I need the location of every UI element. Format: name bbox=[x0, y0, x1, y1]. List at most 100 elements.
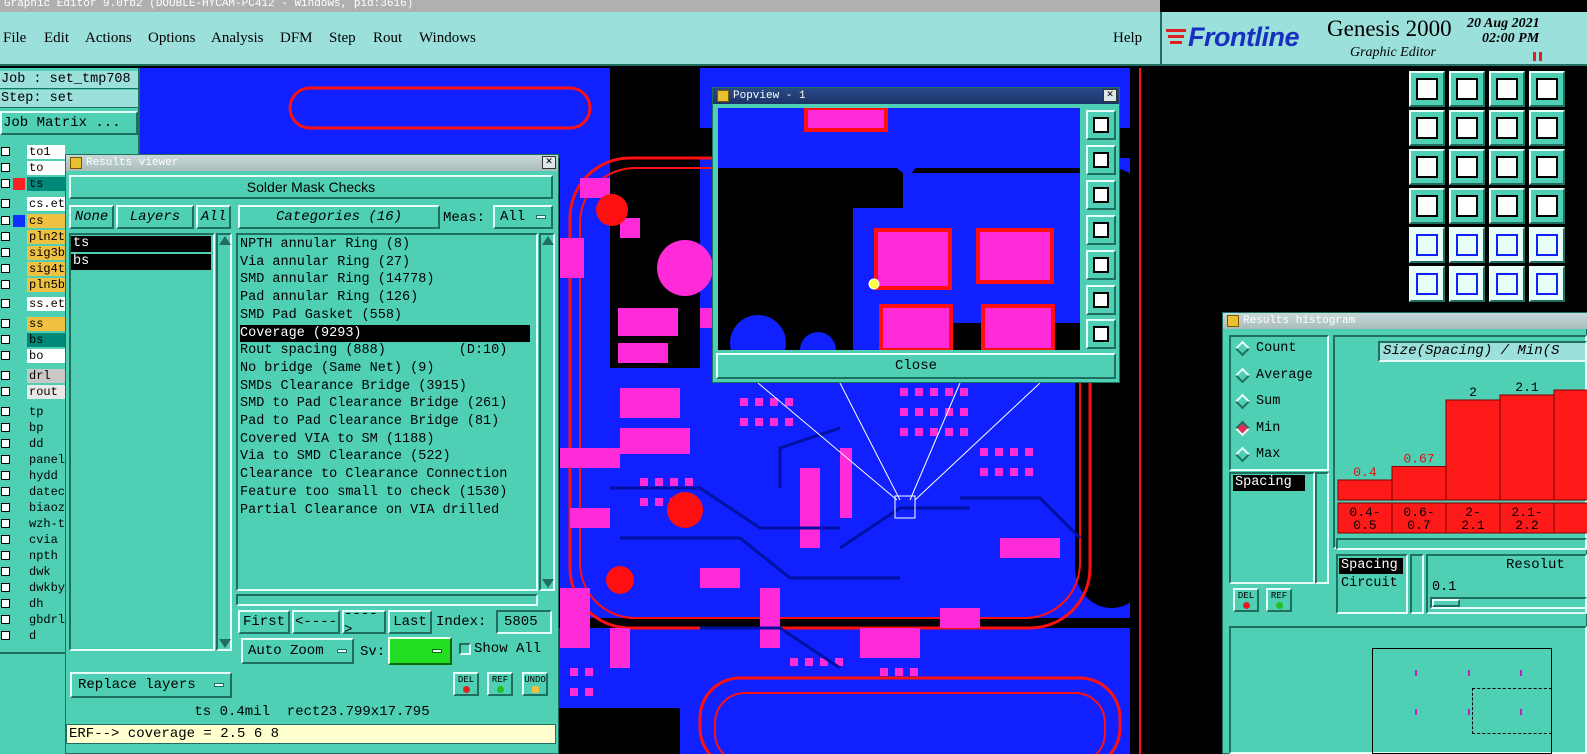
layer-row[interactable]: dwk bbox=[0, 564, 65, 579]
scroll-down-arrow-icon[interactable] bbox=[219, 639, 231, 648]
slider-thumb[interactable] bbox=[1432, 599, 1460, 607]
histogram-bar[interactable] bbox=[1391, 466, 1447, 501]
replace-layers-dropdown[interactable]: Replace layers bbox=[70, 672, 232, 698]
layer-color-swatch[interactable] bbox=[13, 146, 25, 158]
category-item[interactable]: Via annular Ring (27) bbox=[240, 254, 410, 271]
type-list-scrollbar[interactable] bbox=[1410, 554, 1424, 614]
layer-row[interactable]: pln2t bbox=[0, 229, 65, 244]
layer-row[interactable]: biaoz bbox=[0, 500, 65, 515]
menu-rout[interactable]: Rout bbox=[373, 30, 402, 47]
save-tool-button[interactable] bbox=[1449, 71, 1485, 107]
layer-row[interactable]: datec bbox=[0, 484, 65, 499]
layer-color-swatch[interactable] bbox=[13, 350, 25, 362]
layer-row[interactable]: tp bbox=[0, 404, 65, 419]
layer-color-swatch[interactable] bbox=[13, 247, 25, 259]
probe2-tool-button[interactable] bbox=[1529, 266, 1565, 302]
mode-radio-min[interactable]: Min bbox=[1234, 420, 1280, 437]
layer-row[interactable]: d bbox=[0, 628, 65, 643]
open-job-tool-button[interactable] bbox=[1409, 71, 1445, 107]
category-item[interactable]: Pad to Pad Clearance Bridge (81) bbox=[240, 413, 499, 430]
layer-color-swatch[interactable] bbox=[13, 438, 25, 450]
scroll-down-arrow-icon[interactable] bbox=[542, 579, 554, 588]
ref-button[interactable]: REF bbox=[487, 672, 513, 696]
auto-zoom-dropdown[interactable]: Auto Zoom bbox=[241, 638, 354, 664]
histogram-hscrollbar[interactable] bbox=[1336, 538, 1587, 550]
layer-checkbox[interactable] bbox=[1, 407, 10, 416]
category-item[interactable]: Partial Clearance on VIA drilled bbox=[240, 502, 499, 519]
layer-checkbox[interactable] bbox=[1, 615, 10, 624]
popview-zoom-in-button[interactable] bbox=[1086, 285, 1116, 315]
layer-checkbox[interactable] bbox=[1, 455, 10, 464]
layer-color-swatch[interactable] bbox=[13, 454, 25, 466]
category-item[interactable]: No bridge (Same Net) (9) bbox=[240, 360, 434, 377]
layer-color-swatch[interactable] bbox=[13, 334, 25, 346]
severity-dropdown[interactable] bbox=[388, 637, 452, 665]
layer-row[interactable]: npth bbox=[0, 548, 65, 563]
type-list-item-spacing[interactable]: Spacing bbox=[1339, 558, 1403, 574]
mode-radio-count[interactable]: Count bbox=[1234, 340, 1297, 357]
menu-file[interactable]: File bbox=[3, 30, 26, 47]
layer-checkbox[interactable] bbox=[1, 599, 10, 608]
menu-edit[interactable]: Edit bbox=[44, 30, 69, 47]
layer-row[interactable]: cs bbox=[0, 213, 65, 228]
categories-hscrollbar[interactable] bbox=[236, 594, 538, 606]
layer-checkbox[interactable] bbox=[1, 264, 10, 273]
menu-help[interactable]: Help bbox=[1113, 30, 1142, 47]
menu-windows[interactable]: Windows bbox=[419, 30, 476, 47]
scale-tool-button[interactable] bbox=[1489, 149, 1525, 185]
layer-checkbox[interactable] bbox=[1, 216, 10, 225]
layer-color-swatch[interactable] bbox=[13, 231, 25, 243]
menu-dfm[interactable]: DFM bbox=[280, 30, 313, 47]
layer-checkbox[interactable] bbox=[1, 631, 10, 640]
layer-checkbox[interactable] bbox=[1, 551, 10, 560]
popview-zoom-out-button[interactable] bbox=[1086, 319, 1116, 349]
menu-actions[interactable]: Actions bbox=[85, 30, 132, 47]
categories-scrollbar[interactable] bbox=[539, 233, 555, 591]
results-viewer-close-icon[interactable]: ✕ bbox=[542, 156, 556, 169]
layer-checkbox[interactable] bbox=[1, 335, 10, 344]
solder-mask-checks-header[interactable]: Solder Mask Checks bbox=[69, 175, 553, 199]
grid-tool-button[interactable] bbox=[1449, 188, 1485, 224]
category-item[interactable]: Feature too small to check (1530) bbox=[240, 484, 507, 501]
layer-color-swatch[interactable] bbox=[13, 386, 25, 398]
layer-row[interactable]: gbdrl bbox=[0, 612, 65, 627]
copy-left-tool-button[interactable] bbox=[1409, 110, 1445, 146]
layer-color-swatch[interactable] bbox=[13, 406, 25, 418]
layer-row[interactable]: to bbox=[0, 160, 65, 175]
popview-pan-right-button[interactable] bbox=[1086, 250, 1116, 280]
layer-color-swatch[interactable] bbox=[13, 263, 25, 275]
popview-pan-up-button[interactable] bbox=[1086, 145, 1116, 175]
scroll-up-arrow-icon[interactable] bbox=[219, 236, 231, 245]
snap-tool-button[interactable] bbox=[1449, 227, 1485, 263]
category-item[interactable]: Coverage (9293) bbox=[240, 324, 530, 342]
category-item[interactable]: Pad annular Ring (126) bbox=[240, 289, 418, 306]
net-tool-button[interactable] bbox=[1409, 266, 1445, 302]
popview-close-button[interactable]: Close bbox=[716, 353, 1116, 379]
layer-checkbox[interactable] bbox=[1, 503, 10, 512]
layer-row[interactable]: to1 bbox=[0, 144, 65, 159]
layer-checkbox[interactable] bbox=[1, 371, 10, 380]
layer-row[interactable]: ts bbox=[0, 176, 65, 191]
measure-tool-button[interactable] bbox=[1409, 227, 1445, 263]
popview-zoom-fit-button[interactable] bbox=[1086, 110, 1116, 140]
pan-tool-button[interactable] bbox=[1449, 149, 1485, 185]
layer-color-swatch[interactable] bbox=[13, 534, 25, 546]
layer-color-swatch[interactable] bbox=[13, 598, 25, 610]
undo-button[interactable]: UNDO bbox=[522, 672, 548, 696]
histogram-bar[interactable] bbox=[1445, 399, 1501, 501]
first-button[interactable]: First bbox=[238, 610, 290, 634]
show-all-checkbox[interactable] bbox=[459, 643, 471, 655]
layers-scrollbar[interactable] bbox=[216, 233, 232, 651]
layer-color-swatch[interactable] bbox=[13, 518, 25, 530]
layer-checkbox[interactable] bbox=[1, 535, 10, 544]
mode-radio-sum[interactable]: Sum bbox=[1234, 393, 1280, 410]
layer-color-swatch[interactable] bbox=[13, 582, 25, 594]
layer-row[interactable]: cs.et bbox=[0, 196, 65, 211]
type-list-item-circuit[interactable]: Circuit bbox=[1339, 576, 1403, 592]
category-item[interactable]: SMD annular Ring (14778) bbox=[240, 271, 434, 288]
category-item[interactable]: SMD to Pad Clearance Bridge (261) bbox=[240, 395, 507, 412]
layer-checkbox[interactable] bbox=[1, 163, 10, 172]
layer-color-swatch[interactable] bbox=[13, 422, 25, 434]
zoom-fit-tool-button[interactable] bbox=[1409, 149, 1445, 185]
dfm-tool-button[interactable] bbox=[1489, 188, 1525, 224]
